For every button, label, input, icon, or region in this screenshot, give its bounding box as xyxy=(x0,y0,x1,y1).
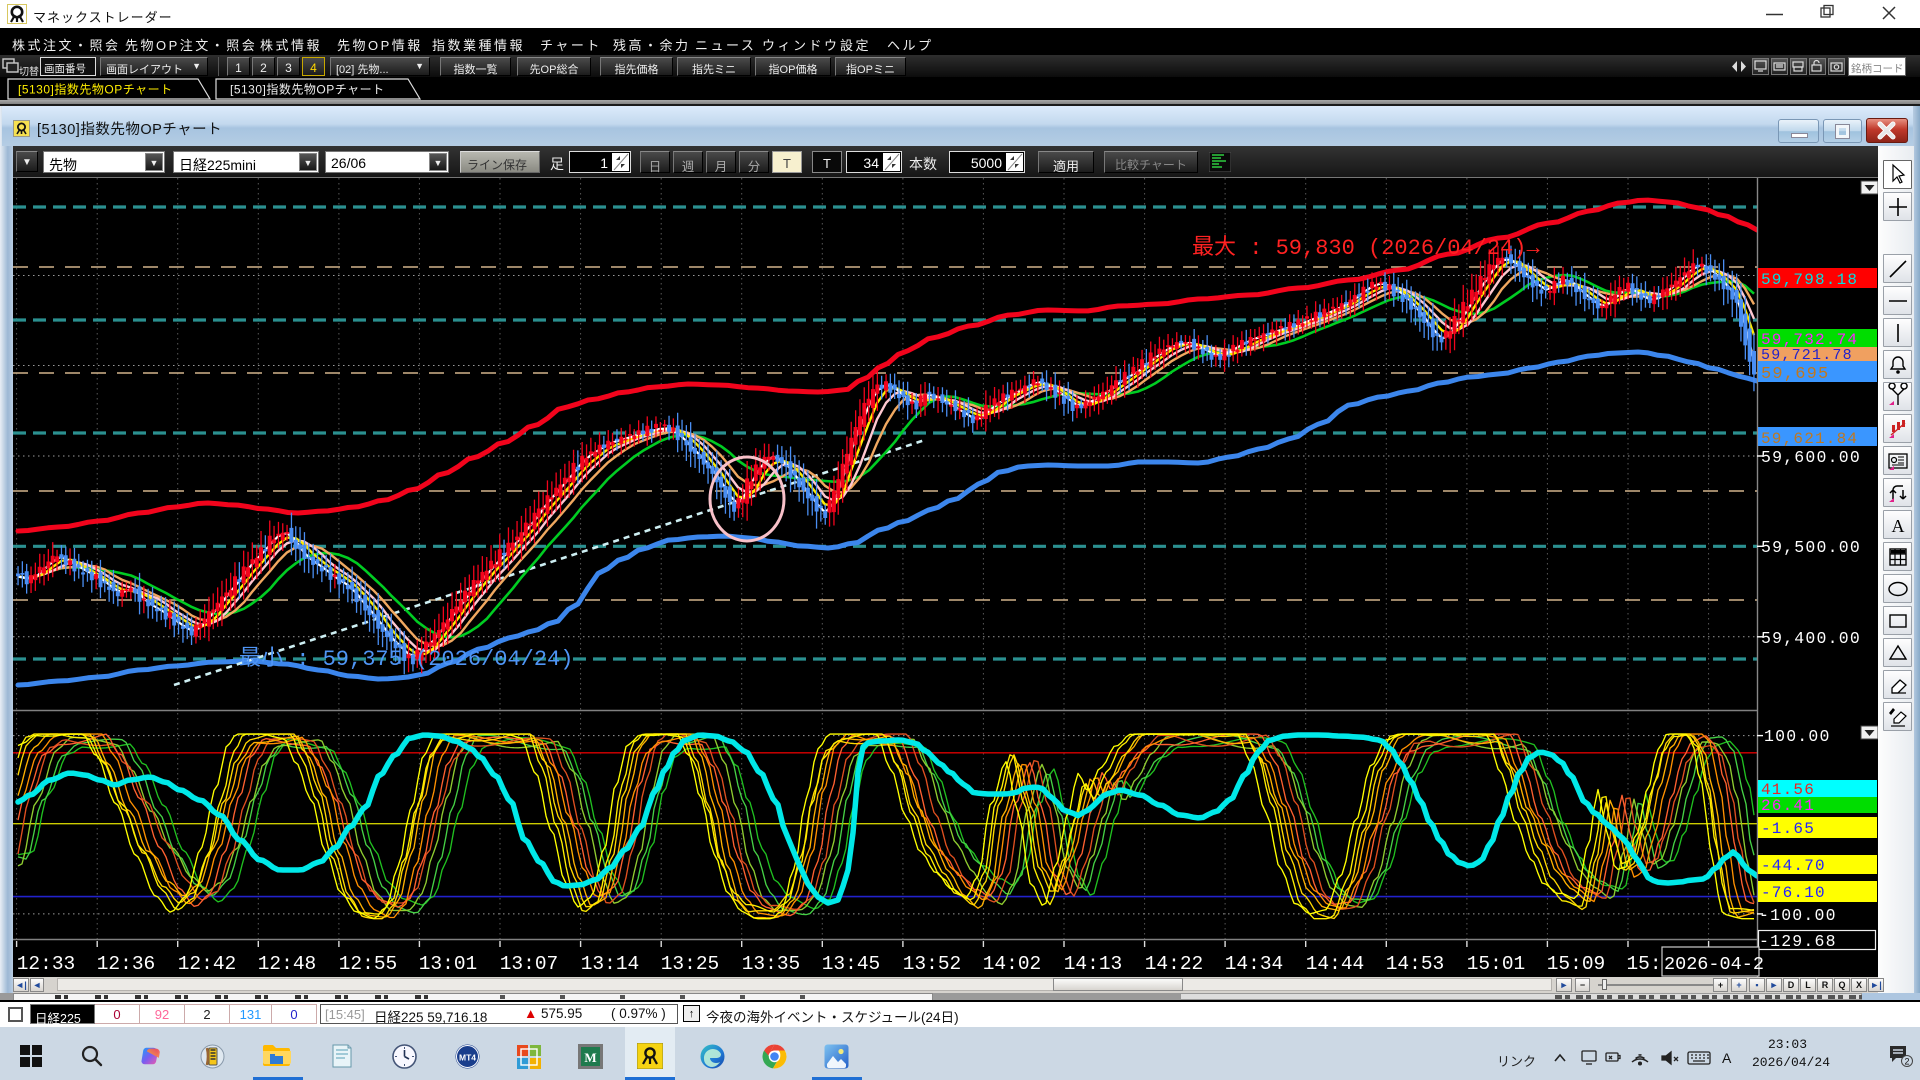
svg-text:A: A xyxy=(1892,516,1905,536)
svg-text:2: 2 xyxy=(1904,1057,1909,1067)
svg-text:15:01: 15:01 xyxy=(1467,953,1526,975)
svg-text:-100.00: -100.00 xyxy=(1759,906,1837,925)
svg-text:A: A xyxy=(1722,1050,1732,1066)
svg-text:13:01: 13:01 xyxy=(419,953,478,975)
svg-text:13:45: 13:45 xyxy=(822,953,881,975)
svg-text:12:33: 12:33 xyxy=(17,953,76,975)
svg-text:12:42: 12:42 xyxy=(178,953,237,975)
svg-text:59,695: 59,695 xyxy=(1761,365,1829,384)
svg-text:100.00: 100.00 xyxy=(1764,727,1831,746)
svg-text:12:36: 12:36 xyxy=(97,953,156,975)
svg-text:14:34: 14:34 xyxy=(1225,953,1284,975)
svg-text:12:48: 12:48 xyxy=(258,953,317,975)
svg-text:14:13: 14:13 xyxy=(1064,953,1123,975)
svg-text:59,600.00: 59,600.00 xyxy=(1761,448,1861,467)
svg-text:12:55: 12:55 xyxy=(339,953,398,975)
svg-text:-129.68: -129.68 xyxy=(1759,932,1837,951)
svg-text:14:22: 14:22 xyxy=(1145,953,1204,975)
svg-text:[5130]指数先物OPチャート: [5130]指数先物OPチャート xyxy=(230,82,385,97)
svg-text:14:44: 14:44 xyxy=(1306,953,1365,975)
svg-text:13:14: 13:14 xyxy=(581,953,640,975)
svg-text:[5130]指数先物OPチャート: [5130]指数先物OPチャート xyxy=(18,82,173,97)
svg-text:59,621.84: 59,621.84 xyxy=(1761,430,1858,448)
svg-text:15:: 15: xyxy=(1626,953,1661,975)
svg-text:M: M xyxy=(584,1050,596,1065)
svg-text:13:07: 13:07 xyxy=(500,953,559,975)
svg-text:59,798.18: 59,798.18 xyxy=(1761,271,1858,289)
svg-text:59,732.74: 59,732.74 xyxy=(1761,331,1858,349)
svg-text:最大 : 59,830 (2026/04/24)→: 最大 : 59,830 (2026/04/24)→ xyxy=(1192,235,1540,261)
svg-text:-76.10: -76.10 xyxy=(1761,884,1826,902)
svg-text:最小 : 59,375 (2026/04/24): 最小 : 59,375 (2026/04/24) xyxy=(239,646,573,672)
svg-text:14:02: 14:02 xyxy=(983,953,1042,975)
svg-text:14:53: 14:53 xyxy=(1386,953,1445,975)
svg-text:-1.65: -1.65 xyxy=(1761,820,1815,838)
svg-text:59,400.00: 59,400.00 xyxy=(1761,629,1861,648)
svg-text:59,500.00: 59,500.00 xyxy=(1761,538,1861,557)
svg-text:13:25: 13:25 xyxy=(661,953,720,975)
svg-text:MT4: MT4 xyxy=(459,1053,476,1063)
svg-text:15:09: 15:09 xyxy=(1547,953,1606,975)
svg-text:2026-04-2: 2026-04-2 xyxy=(1664,954,1764,975)
svg-text:-44.70: -44.70 xyxy=(1761,857,1826,875)
svg-text:26.41: 26.41 xyxy=(1761,797,1815,815)
svg-text:13:52: 13:52 xyxy=(903,953,962,975)
svg-text:13:35: 13:35 xyxy=(742,953,801,975)
